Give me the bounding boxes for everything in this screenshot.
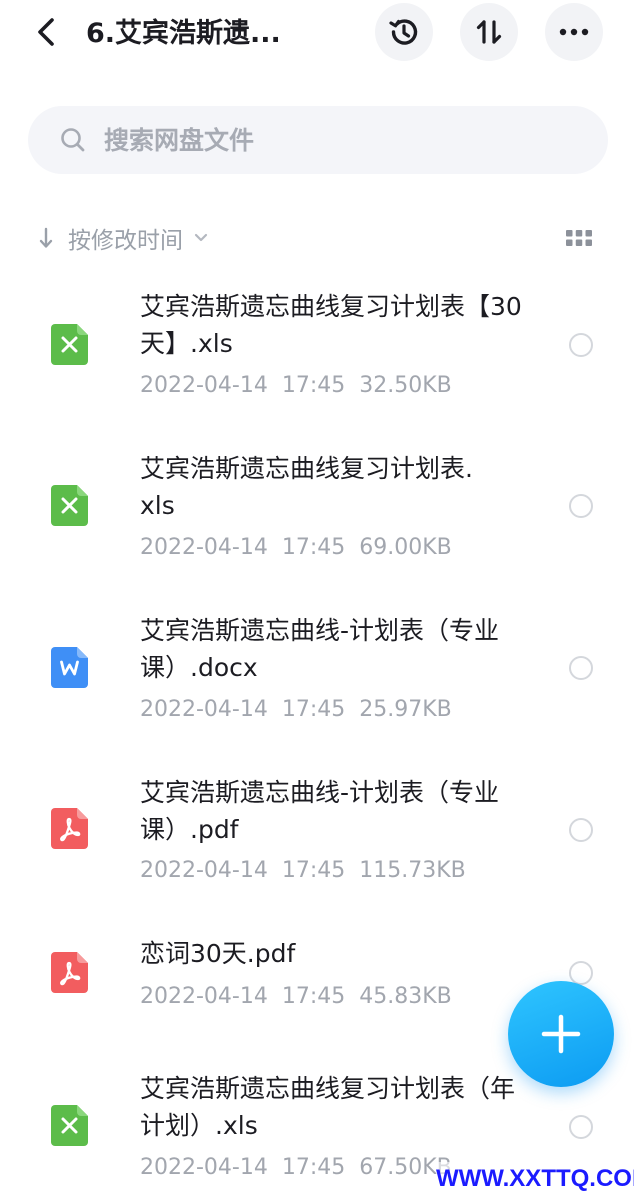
file-meta: 2022-04-14 17:45 115.73KB	[140, 858, 466, 883]
file-meta: 2022-04-14 17:45 69.00KB	[140, 535, 452, 560]
excel-file-icon	[51, 324, 88, 365]
select-radio[interactable]	[569, 656, 593, 680]
plus-icon	[541, 1014, 581, 1054]
file-meta: 2022-04-14 17:45 25.97KB	[140, 697, 452, 722]
file-meta: 2022-04-14 17:45 32.50KB	[140, 373, 452, 398]
word-file-icon	[51, 647, 88, 688]
file-name: 艾宾浩斯遗忘曲线复习计划表.xls	[140, 454, 473, 520]
file-meta: 2022-04-14 17:45 45.83KB	[140, 984, 452, 1009]
excel-file-icon	[51, 485, 88, 526]
watermark-text: WWW.XXTTQ.COM	[436, 1162, 634, 1196]
file-meta: 2022-04-14 17:45 67.50KB	[140, 1155, 452, 1180]
pdf-file-icon	[51, 808, 88, 849]
file-name: 艾宾浩斯遗忘曲线复习计划表【30天】.xls	[140, 292, 522, 358]
excel-file-icon	[51, 1105, 88, 1146]
file-name: 艾宾浩斯遗忘曲线-计划表（专业课）.pdf	[140, 778, 500, 844]
select-radio[interactable]	[569, 1115, 593, 1139]
select-radio[interactable]	[569, 494, 593, 518]
file-name: 恋词30天.pdf	[140, 939, 296, 968]
select-radio[interactable]	[569, 333, 593, 357]
pdf-file-icon	[51, 952, 88, 993]
file-name: 艾宾浩斯遗忘曲线复习计划表（年计划）.xls	[140, 1074, 516, 1140]
file-name: 艾宾浩斯遗忘曲线-计划表（专业课）.docx	[140, 616, 500, 682]
add-button[interactable]	[508, 981, 614, 1087]
select-radio[interactable]	[569, 818, 593, 842]
